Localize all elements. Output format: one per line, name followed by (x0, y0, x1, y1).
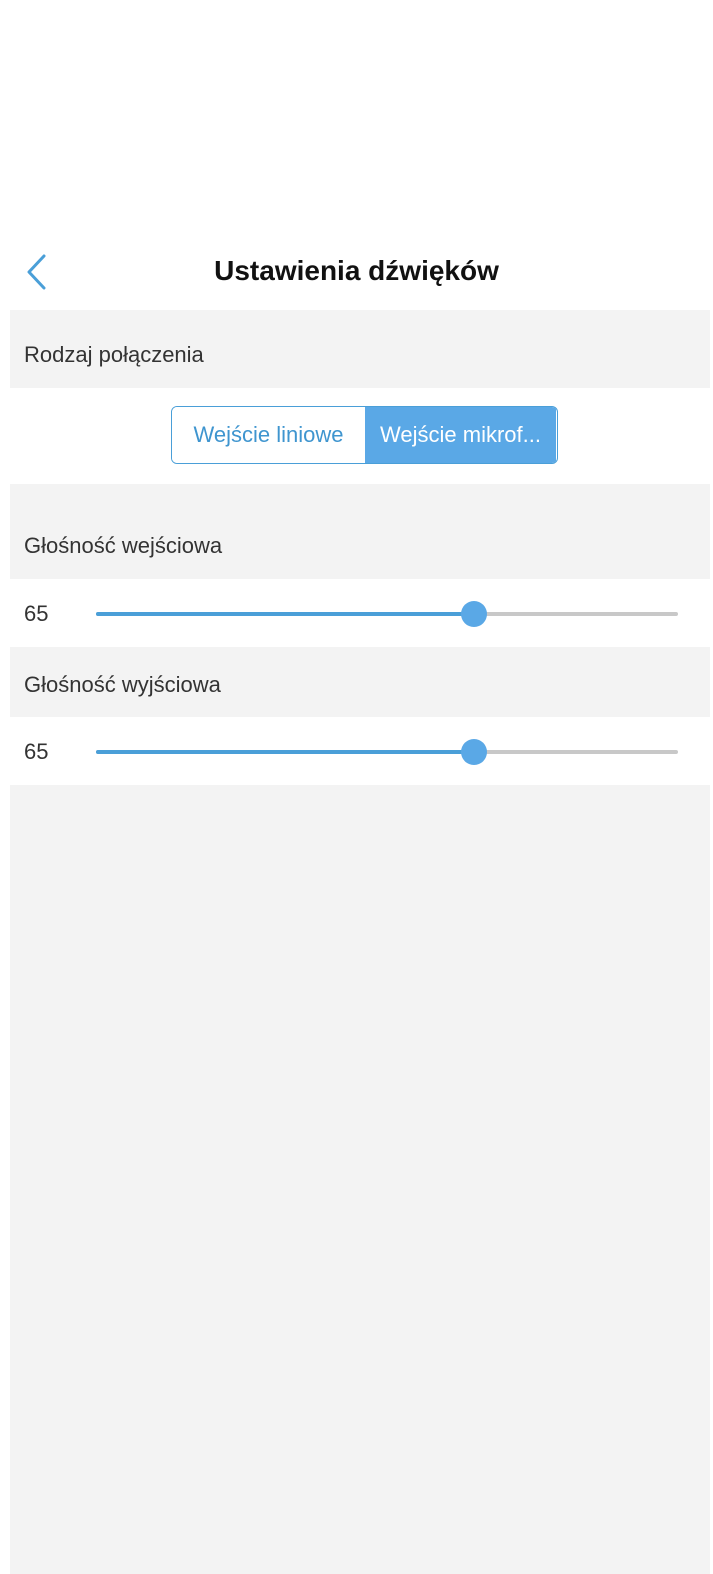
output-volume-value: 65 (24, 739, 49, 764)
input-volume-value: 65 (24, 601, 49, 626)
output-volume-slider[interactable] (96, 739, 678, 765)
output-volume-row: 65 (10, 717, 710, 785)
top-bar: Ustawienia dźwięków (0, 232, 713, 310)
page-title: Ustawienia dźwięków (214, 255, 499, 286)
microphone-input-option[interactable]: Wejście mikrof... (365, 407, 556, 463)
connection-type-selector: Wejście liniowe Wejście mikrof... (171, 406, 558, 464)
slider-thumb[interactable] (461, 601, 488, 627)
input-volume-slider[interactable] (96, 601, 678, 627)
input-volume-label: Głośność wejściowa (24, 533, 223, 558)
slider-thumb[interactable] (461, 739, 488, 765)
slider-fill (96, 612, 475, 616)
input-volume-row: 65 (10, 579, 710, 647)
output-volume-label: Głośność wyjściowa (24, 672, 221, 697)
settings-content: Rodzaj połączenia Wejście liniowe Wejści… (10, 310, 710, 1574)
connection-type-row: Wejście liniowe Wejście mikrof... (10, 388, 710, 484)
line-input-option[interactable]: Wejście liniowe (172, 407, 365, 463)
slider-fill (96, 750, 475, 754)
connection-type-label: Rodzaj połączenia (24, 342, 204, 367)
